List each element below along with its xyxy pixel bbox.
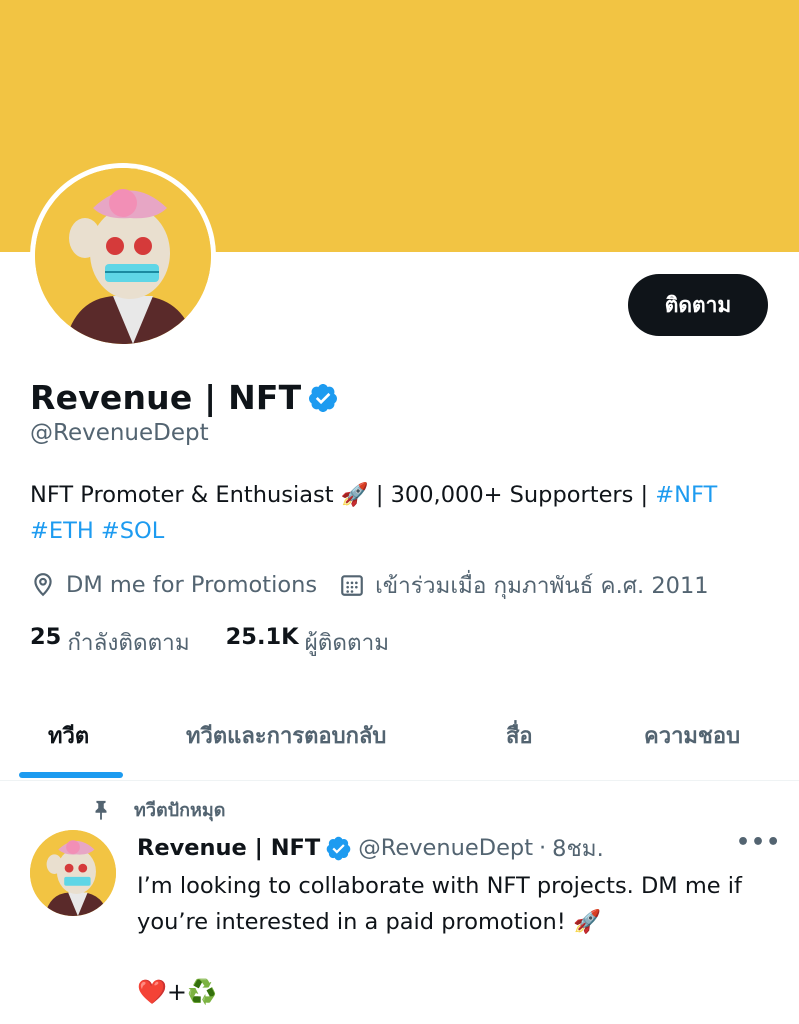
pin-icon: [95, 800, 107, 820]
more-options-button[interactable]: •••: [736, 830, 781, 855]
followers-label: ผู้ติดตาม: [304, 630, 390, 656]
avatar-image: [35, 168, 211, 344]
profile-name-row: Revenue | NFT: [30, 378, 339, 417]
tab-likes[interactable]: ความชอบ: [644, 718, 740, 753]
tweet-text: I’m looking to collaborate with NFT proj…: [137, 873, 742, 935]
profile-avatar[interactable]: [30, 163, 216, 349]
verified-badge-icon: [326, 836, 351, 860]
verified-badge-icon: [309, 383, 338, 412]
profile-joined: เข้าร่วมเมื่อ กุมภาพันธ์ ค.ศ. 2011: [375, 573, 709, 599]
calendar-icon: [341, 575, 363, 596]
hashtag-eth[interactable]: #ETH: [30, 518, 94, 544]
hashtag-sol[interactable]: #SOL: [101, 518, 164, 544]
pinned-label: ทวีตปักหมุด: [134, 800, 226, 821]
location-pin-icon: [34, 573, 52, 597]
profile-meta: DM me for Promotions เข้าร่วมเมื่อ กุมภา…: [30, 567, 709, 603]
tab-tweets[interactable]: ทวีต: [48, 718, 89, 753]
profile-name: Revenue | NFT: [30, 378, 302, 417]
followers-count: 25.1K: [225, 624, 299, 650]
tab-tweets-and-replies[interactable]: ทวีตและการตอบกลับ: [186, 718, 386, 753]
hashtag-nft[interactable]: #NFT: [655, 482, 717, 508]
profile-stats: 25 กำลังติดตาม 25.1K ผู้ติดตาม: [30, 624, 389, 660]
profile-location: DM me for Promotions: [66, 572, 318, 598]
tab-media[interactable]: สื่อ: [506, 718, 533, 753]
tweet-header: Revenue | NFT @RevenueDept · 8ชม.: [137, 830, 604, 866]
following-label: กำลังติดตาม: [67, 630, 190, 656]
tweet-author-handle[interactable]: @RevenueDept: [358, 835, 533, 861]
following-count: 25: [30, 624, 62, 650]
profile-tabs: ทวีต ทวีตและการตอบกลับ สื่อ ความชอบ: [0, 700, 799, 781]
active-tab-indicator: [19, 772, 123, 778]
tweet-emoji-line: ❤️+♻️: [137, 978, 217, 1006]
followers-link[interactable]: 25.1K ผู้ติดตาม: [226, 624, 389, 660]
profile-bio: NFT Promoter & Enthusiast 🚀 | 300,000+ S…: [30, 477, 775, 549]
pinned-indicator: ทวีตปักหมุด: [90, 795, 225, 824]
follow-button[interactable]: ติดตาม: [628, 274, 768, 336]
profile-handle: @RevenueDept: [30, 420, 209, 446]
tweet-avatar[interactable]: [30, 830, 116, 916]
following-link[interactable]: 25 กำลังติดตาม: [30, 624, 190, 660]
tweet-time[interactable]: 8ชม.: [552, 830, 604, 866]
bio-text: NFT Promoter & Enthusiast 🚀 | 300,000+ S…: [30, 482, 656, 508]
tweet-author-name[interactable]: Revenue | NFT: [137, 835, 320, 861]
tweet-separator: ·: [539, 835, 547, 861]
